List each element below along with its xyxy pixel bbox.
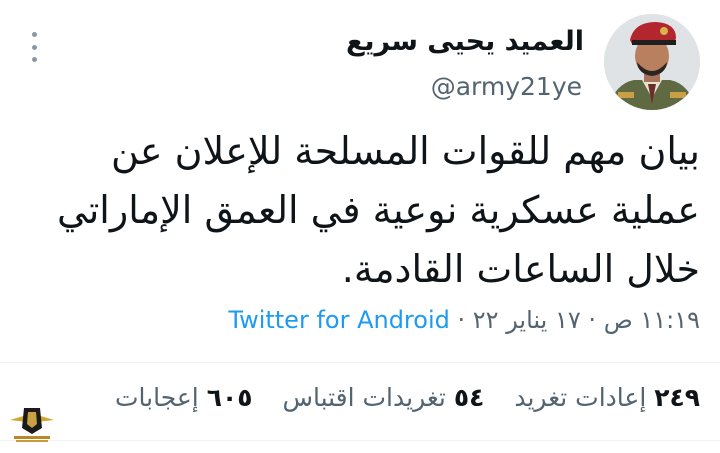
quotes-stat[interactable]: ٥٤ تغريدات اقتباس xyxy=(274,383,484,412)
forum-logo-watermark xyxy=(4,398,60,444)
author-display-name[interactable]: العميد يحيى سريع xyxy=(346,26,584,57)
likes-label: إعجابات xyxy=(115,383,199,412)
more-dot xyxy=(31,57,37,62)
meta-separator: · xyxy=(457,306,466,334)
tweet-meta: ١١:١٩ ص · ١٧ يناير ٢٢ · Twitter for Andr… xyxy=(228,306,700,334)
quotes-label: تغريدات اقتباس xyxy=(282,383,446,412)
tweet-stats: ٢٤٩ إعادات تغريد ٥٤ تغريدات اقتباس ٦٠٥ إ… xyxy=(115,383,700,412)
likes-stat[interactable]: ٦٠٥ إعجابات xyxy=(115,383,252,412)
retweets-count: ٢٤٩ xyxy=(654,383,700,412)
divider xyxy=(0,440,720,441)
likes-count: ٦٠٥ xyxy=(206,383,253,412)
tweet-date[interactable]: ١٧ يناير ٢٢ xyxy=(473,306,581,334)
tweet-text: بيان مهم للقوات المسلحة للإعلان عن عملية… xyxy=(57,129,700,291)
more-vertical-icon[interactable] xyxy=(26,32,42,62)
more-dot xyxy=(31,44,37,50)
meta-separator: · xyxy=(588,306,597,334)
more-dot xyxy=(31,32,37,37)
tweet-card: العميد يحيى سريع @army21ye بيان مهم للقو… xyxy=(0,0,720,453)
person-avatar-icon xyxy=(604,14,700,110)
divider xyxy=(0,362,720,363)
tweet-time[interactable]: ١١:١٩ ص xyxy=(604,306,700,334)
author-avatar[interactable] xyxy=(604,14,700,110)
tweet-source-link[interactable]: Twitter for Android xyxy=(228,306,449,334)
retweets-stat[interactable]: ٢٤٩ إعادات تغريد xyxy=(506,383,700,412)
retweets-label: إعادات تغريد xyxy=(514,383,647,412)
quotes-count: ٥٤ xyxy=(453,383,485,412)
author-handle[interactable]: @army21ye xyxy=(431,72,582,101)
